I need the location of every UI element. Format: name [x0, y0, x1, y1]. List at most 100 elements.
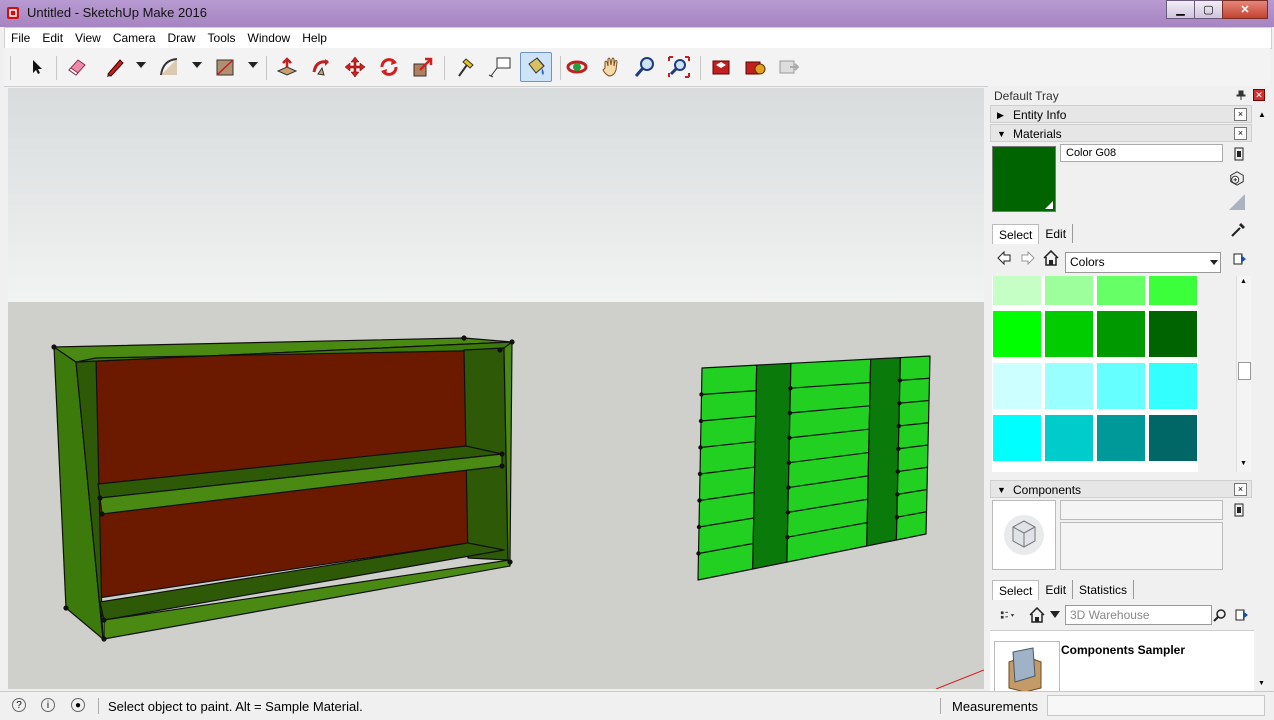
tray-scroll-up[interactable]: ▲	[1258, 110, 1266, 119]
components-tab-statistics[interactable]: Statistics	[1073, 580, 1135, 599]
maximize-button[interactable]: ▢	[1194, 0, 1223, 19]
menu-tools[interactable]: Tools	[202, 31, 242, 45]
tape-measure-tool-button[interactable]	[452, 54, 478, 80]
scroll-down-icon[interactable]: ▼	[1240, 460, 1247, 467]
rectangle-tool-dropdown-arrow[interactable]	[248, 62, 258, 68]
create-material-button[interactable]	[1231, 146, 1247, 162]
menu-help[interactable]: Help	[296, 31, 333, 45]
components-tab-edit[interactable]: Edit	[1039, 580, 1074, 599]
pan-tool-button[interactable]	[598, 54, 624, 80]
material-swatch[interactable]	[1148, 414, 1198, 462]
zoom-tool-button[interactable]	[632, 54, 658, 80]
rotate-tool-button[interactable]	[376, 54, 402, 80]
material-library-select[interactable]: Colors	[1065, 252, 1221, 273]
components-nav-dropdown[interactable]	[1050, 611, 1060, 618]
components-sampler-title[interactable]: Components Sampler	[1061, 643, 1185, 657]
credits-info-icon[interactable]: i	[41, 698, 55, 712]
home-button[interactable]	[1043, 250, 1059, 266]
material-swatch[interactable]	[992, 310, 1042, 358]
3d-warehouse-button[interactable]	[708, 54, 734, 80]
rectangle-tool-button[interactable]	[212, 54, 238, 80]
material-name-field[interactable]: Color G08	[1060, 144, 1223, 162]
close-section-icon[interactable]: ×	[1234, 483, 1247, 496]
paint-bucket-tool-button[interactable]	[520, 52, 552, 82]
back-button[interactable]	[996, 250, 1012, 266]
eraser-tool-button[interactable]	[64, 54, 90, 80]
menu-view[interactable]: View	[69, 31, 107, 45]
paint-bucket-icon	[528, 57, 545, 75]
menu-edit[interactable]: Edit	[36, 31, 69, 45]
component-description-field[interactable]	[1060, 522, 1223, 570]
close-button[interactable]: ✕	[1222, 0, 1268, 19]
materials-header[interactable]: ▼ Materials ×	[990, 124, 1252, 142]
warehouse-search-input[interactable]: 3D Warehouse	[1065, 605, 1212, 625]
material-swatch[interactable]	[992, 362, 1042, 410]
components-header[interactable]: ▼ Components ×	[990, 480, 1252, 498]
material-swatch[interactable]	[1096, 362, 1146, 410]
components-home-button[interactable]	[1029, 607, 1045, 623]
panel-post[interactable]	[752, 362, 792, 570]
arc-tool-button[interactable]	[156, 54, 182, 80]
material-swatch[interactable]	[1096, 414, 1146, 462]
component-name-field[interactable]	[1060, 500, 1223, 520]
material-swatch[interactable]	[1096, 276, 1146, 306]
menu-camera[interactable]: Camera	[107, 31, 162, 45]
push-pull-tool-button[interactable]	[274, 54, 300, 80]
material-swatch[interactable]	[1096, 310, 1146, 358]
search-button[interactable]	[1212, 607, 1228, 623]
material-swatch[interactable]	[1044, 362, 1094, 410]
text-tool-button[interactable]	[486, 54, 512, 80]
scrollbar-thumb[interactable]	[1238, 362, 1251, 380]
minimize-button[interactable]: ▁	[1166, 0, 1195, 19]
create-component-button[interactable]	[1231, 502, 1247, 518]
pin-icon[interactable]	[1236, 90, 1246, 100]
entity-info-header[interactable]: ▶ Entity Info ×	[990, 105, 1252, 123]
follow-me-tool-button[interactable]	[308, 54, 334, 80]
sample-material-corner[interactable]	[1229, 194, 1245, 210]
components-tab-select[interactable]: Select	[992, 580, 1040, 600]
details-button[interactable]	[1232, 251, 1248, 267]
measurements-input[interactable]	[1047, 695, 1265, 716]
user-account-icon[interactable]: ●	[71, 698, 85, 712]
window-title: Untitled - SketchUp Make 2016	[27, 5, 207, 20]
material-swatch[interactable]	[1044, 276, 1094, 306]
material-swatch[interactable]	[1044, 414, 1094, 462]
menu-window[interactable]: Window	[242, 31, 297, 45]
paint-default-button[interactable]	[1229, 170, 1245, 186]
material-swatch[interactable]	[1044, 310, 1094, 358]
scene-canvas[interactable]	[8, 88, 984, 689]
move-tool-button[interactable]	[342, 54, 368, 80]
menu-file[interactable]: File	[5, 31, 36, 45]
material-swatch[interactable]	[1148, 362, 1198, 410]
sample-paint-button[interactable]	[1230, 222, 1246, 238]
material-swatch[interactable]	[992, 414, 1042, 462]
geolocation-icon[interactable]: ?	[12, 698, 26, 712]
tray-close-button[interactable]: ✕	[1253, 89, 1265, 101]
scale-tool-button[interactable]	[410, 54, 436, 80]
view-options-button[interactable]	[1000, 607, 1016, 623]
extension-warehouse-button[interactable]	[742, 54, 768, 80]
close-section-icon[interactable]: ×	[1234, 127, 1247, 140]
swatch-grid-scrollbar[interactable]: ▲ ▼	[1236, 276, 1251, 472]
material-swatch[interactable]	[992, 276, 1042, 306]
materials-tab-select[interactable]: Select	[992, 224, 1040, 244]
tray-scroll-down[interactable]: ▼	[1258, 680, 1265, 687]
material-swatch[interactable]	[1148, 310, 1198, 358]
select-tool-button[interactable]	[24, 54, 50, 80]
modeling-viewport[interactable]	[8, 88, 984, 689]
forward-button[interactable]	[1020, 250, 1036, 266]
orbit-tool-button[interactable]	[564, 54, 590, 80]
materials-tab-edit[interactable]: Edit	[1039, 224, 1074, 243]
line-tool-dropdown-arrow[interactable]	[136, 62, 146, 68]
share-model-button[interactable]	[776, 54, 802, 80]
material-swatch[interactable]	[1148, 276, 1198, 306]
components-details-button[interactable]	[1234, 607, 1250, 623]
arc-tool-dropdown-arrow[interactable]	[192, 62, 202, 68]
line-tool-button[interactable]	[102, 54, 128, 80]
zoom-extents-tool-button[interactable]	[666, 54, 692, 80]
close-section-icon[interactable]: ×	[1234, 108, 1247, 121]
current-material-swatch[interactable]	[992, 146, 1056, 212]
panel-slat-band[interactable]	[786, 358, 872, 563]
scroll-up-icon[interactable]: ▲	[1240, 278, 1247, 285]
menu-draw[interactable]: Draw	[162, 31, 202, 45]
